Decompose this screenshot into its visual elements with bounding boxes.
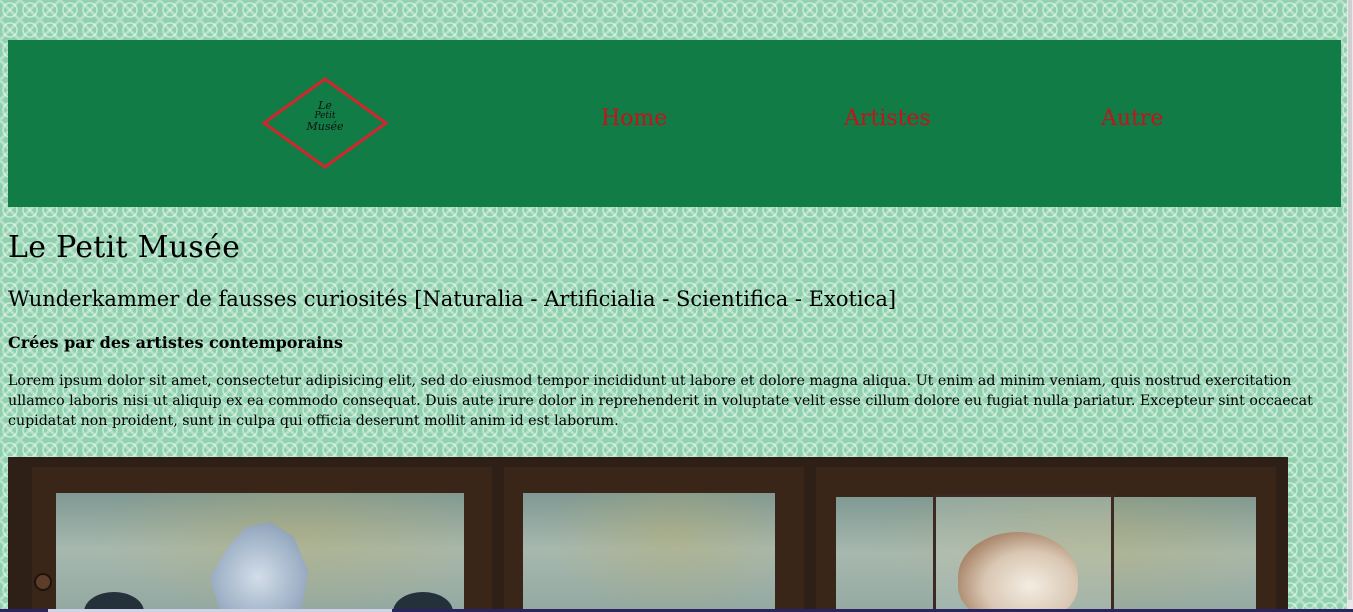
logo-text-line3: Musée	[306, 120, 344, 133]
vertical-scrollbar[interactable]	[1347, 0, 1353, 612]
main-content: Le Petit Musée Wunderkammer de fausses c…	[8, 226, 1328, 431]
intro-paragraph: Lorem ipsum dolor sit amet, consectetur …	[8, 373, 1313, 429]
site-logo[interactable]: Le Petit Musée	[260, 76, 390, 170]
logo-text-line1: Le	[318, 99, 332, 112]
shell-object	[958, 532, 1078, 612]
nav-autre-link[interactable]: Autre	[1101, 106, 1163, 131]
nav-artistes-link[interactable]: Artistes	[844, 106, 931, 131]
page-subtitle: Wunderkammer de fausses curiosités [Natu…	[8, 287, 897, 311]
scrollbar-thumb[interactable]	[1348, 0, 1352, 600]
page-title: Le Petit Musée	[8, 230, 241, 265]
nav-home-link[interactable]: Home	[601, 106, 667, 131]
logo-text: Le Petit Musée	[260, 100, 390, 132]
page-tagline: Crées par des artistes contemporains	[8, 333, 343, 352]
cabinet-image	[8, 457, 1288, 612]
site-header: Le Petit Musée Home Artistes Autre	[8, 40, 1341, 207]
